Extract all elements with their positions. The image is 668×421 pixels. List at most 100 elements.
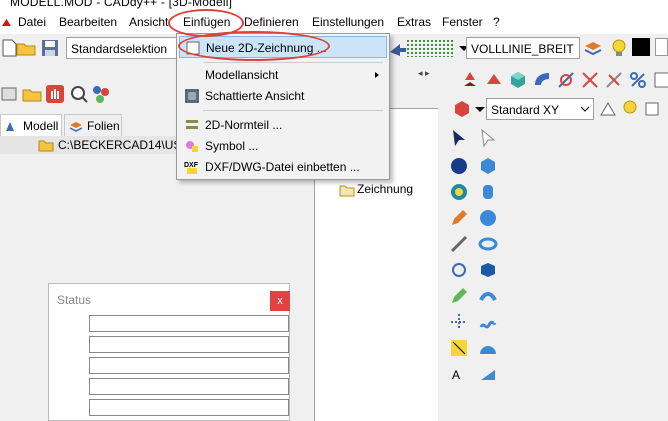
extra-icon[interactable] [652, 70, 668, 90]
status-field-4 [89, 378, 289, 395]
status-field-1 [89, 315, 289, 332]
status-field-5 [89, 399, 289, 416]
line-type-value: VOLLLINIE_BREIT [471, 42, 574, 56]
menu-datei[interactable]: Datei [18, 15, 46, 29]
panel-tool-icon-1[interactable] [0, 84, 20, 104]
panel-pin-arrows[interactable]: ◂ ▸ [418, 68, 438, 78]
intersect-icon[interactable] [556, 70, 576, 90]
percent-icon[interactable] [628, 70, 648, 90]
panel-hand-icon[interactable] [45, 84, 65, 104]
view-cube-icon[interactable] [452, 99, 472, 119]
color-picker-icon[interactable] [449, 182, 469, 202]
title-bar: MODELL.MOD - CADdy++ - [3D-Modell] [0, 0, 668, 12]
menu-item-symbol[interactable]: Symbol ... [179, 135, 387, 157]
select-arrow-outline-icon[interactable] [478, 128, 498, 148]
cylinder-icon[interactable] [478, 182, 498, 202]
status-close-button[interactable]: x [270, 291, 290, 311]
status-window: Status x [48, 283, 290, 421]
spring-icon[interactable] [478, 312, 498, 332]
open-folder-icon[interactable] [16, 38, 36, 58]
status-title: Status [57, 293, 92, 307]
split-icon[interactable] [604, 70, 624, 90]
app-logo-icon[interactable] [2, 19, 11, 26]
selection-mode-select[interactable]: Standardselektion [66, 37, 178, 59]
window-title: MODELL.MOD - CADdy++ - [3D-Modell] [10, 0, 233, 9]
transform-icon[interactable] [484, 70, 504, 90]
menu-item-label: DXF/DWG-Datei einbetten ... [205, 160, 360, 174]
text-tool-icon[interactable]: A [449, 364, 469, 384]
dimension-icon[interactable] [449, 312, 469, 332]
menu-einstellungen[interactable]: Einstellungen [312, 15, 384, 29]
snap-icon[interactable] [449, 338, 469, 358]
view-icon-1[interactable] [598, 99, 618, 119]
status-field-2 [89, 336, 289, 353]
panel-objects-icon[interactable] [91, 84, 111, 104]
pencil-icon[interactable] [449, 208, 469, 228]
view-select[interactable]: Standard XY [486, 98, 594, 120]
symbol-icon [186, 141, 198, 152]
save-icon[interactable] [40, 38, 60, 58]
menu-item-label: Modellansicht [205, 68, 279, 82]
menu-bearbeiten[interactable]: Bearbeiten [59, 15, 117, 29]
dxf-icon: DXF [184, 162, 199, 174]
standard-part-icon [186, 120, 198, 129]
menu-item-2d-normteil[interactable]: 2D-Normteil ... [179, 114, 387, 136]
box-icon[interactable] [478, 156, 498, 176]
pen-icon[interactable] [449, 286, 469, 306]
menu-item-dxf-dwg-einbetten[interactable]: DXF DXF/DWG-Datei einbetten ... [179, 156, 387, 178]
menu-item-schattierte-ansicht[interactable]: Schattierte Ansicht [179, 85, 387, 107]
status-field-3 [89, 357, 289, 374]
model-tab-icon [6, 122, 14, 131]
tab-folien-label: Folien [87, 119, 120, 133]
highlight-oval-neue-2d-zeichnung [178, 31, 330, 61]
menu-definieren[interactable]: Definieren [244, 15, 299, 29]
submenu-arrow-icon [375, 72, 379, 78]
sphere-icon[interactable] [449, 156, 469, 176]
tree-folder-icon [339, 185, 355, 197]
select-arrow-icon[interactable] [449, 128, 469, 148]
wedge-icon[interactable] [478, 364, 498, 384]
menu-separator [203, 110, 383, 111]
cut-icon[interactable] [580, 70, 600, 90]
blend-icon[interactable] [532, 70, 552, 90]
line-type-select[interactable]: VOLLLINIE_BREIT [466, 37, 580, 59]
panel-search-icon[interactable] [69, 84, 89, 104]
chevron-down-icon [580, 106, 590, 112]
arrow-tool-icon[interactable] [388, 38, 408, 58]
path-text: C:\BECKERCAD14\USE [58, 138, 190, 152]
menu-help[interactable]: ? [493, 15, 500, 29]
color-swatch[interactable] [632, 38, 650, 56]
panel-folder-icon[interactable] [22, 84, 42, 104]
prism-icon[interactable] [478, 260, 498, 280]
shaded-view-icon [185, 89, 199, 103]
ball-icon[interactable] [478, 208, 498, 228]
grid-pattern-icon[interactable] [406, 39, 454, 57]
tool-columns: A [445, 124, 505, 421]
lightbulb-icon[interactable] [609, 38, 629, 58]
tree-item-zeichnung[interactable]: Zeichnung [357, 182, 413, 196]
pipe-icon[interactable] [478, 286, 498, 306]
view-bulb-icon[interactable] [620, 99, 640, 119]
selection-mode-value: Standardselektion [71, 42, 168, 56]
right-toolbar: Standard XY [440, 62, 668, 122]
color-swatch-secondary[interactable] [655, 38, 668, 56]
tools-icon[interactable] [449, 234, 469, 254]
rotate-icon[interactable] [449, 260, 469, 280]
dome-icon[interactable] [478, 338, 498, 358]
layers-icon[interactable] [583, 38, 603, 58]
menu-ansicht[interactable]: Ansicht [129, 15, 168, 29]
menu-item-modellansicht[interactable]: Modellansicht [179, 64, 387, 86]
svg-text:DXF: DXF [184, 162, 199, 169]
torus-icon[interactable] [478, 234, 498, 254]
menu-fenster[interactable]: Fenster [442, 15, 483, 29]
red-arrows-icon[interactable] [460, 70, 480, 90]
view-select-value: Standard XY [491, 103, 560, 117]
svg-text:A: A [452, 368, 460, 382]
cube-icon[interactable] [508, 70, 528, 90]
menu-extras[interactable]: Extras [397, 15, 431, 29]
tab-folien[interactable]: Folien [64, 114, 122, 136]
menu-separator [203, 62, 383, 63]
tab-modell[interactable]: Modell [0, 114, 62, 136]
view-icon-3[interactable] [642, 99, 662, 119]
menu-item-label: 2D-Normteil ... [205, 118, 283, 132]
